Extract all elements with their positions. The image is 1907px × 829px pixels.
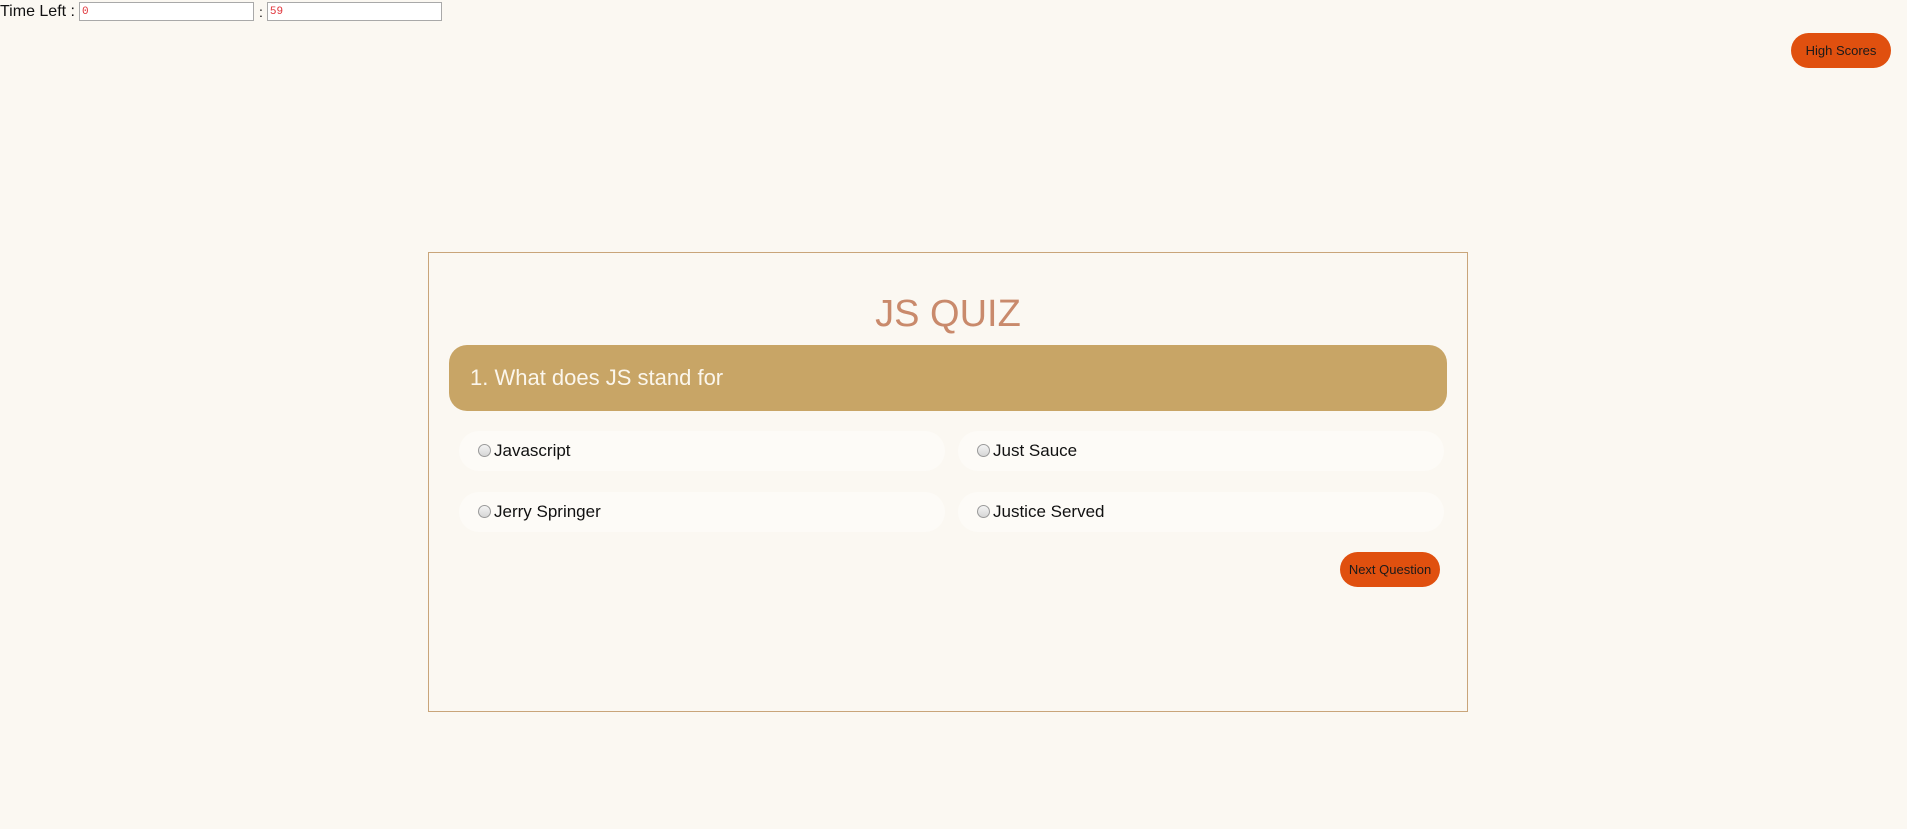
minutes-field[interactable]	[78, 2, 254, 21]
answer-label: Just Sauce	[993, 441, 1078, 460]
answer-option[interactable]: Jerry Springer	[459, 492, 945, 532]
answer-option[interactable]: Justice Served	[958, 492, 1444, 532]
radio-button[interactable]	[977, 443, 990, 457]
time-left-label: Time Left :	[0, 2, 75, 20]
answer-label: Jerry Springer	[494, 502, 601, 521]
seconds-field[interactable]	[266, 2, 442, 21]
question-text: 1. What does JS stand for	[449, 345, 1447, 411]
time-separator: :	[258, 3, 263, 20]
radio-button[interactable]	[478, 504, 491, 518]
quiz-container: JS QUIZ 1. What does JS stand for Javasc…	[428, 252, 1468, 712]
radio-button[interactable]	[478, 443, 491, 457]
answer-label: Justice Served	[993, 502, 1105, 521]
next-question-button[interactable]: Next Question	[1340, 552, 1440, 587]
answer-option[interactable]: Just Sauce	[958, 431, 1444, 471]
high-scores-button[interactable]: High Scores	[1791, 33, 1891, 68]
answer-label: Javascript	[494, 441, 571, 460]
timer: Time Left : :	[0, 2, 442, 21]
radio-button[interactable]	[977, 504, 990, 518]
quiz-title: JS QUIZ	[875, 293, 1021, 335]
answer-options: Javascript Just Sauce Jerry Springer Jus…	[459, 431, 1444, 532]
answer-option[interactable]: Javascript	[459, 431, 945, 471]
